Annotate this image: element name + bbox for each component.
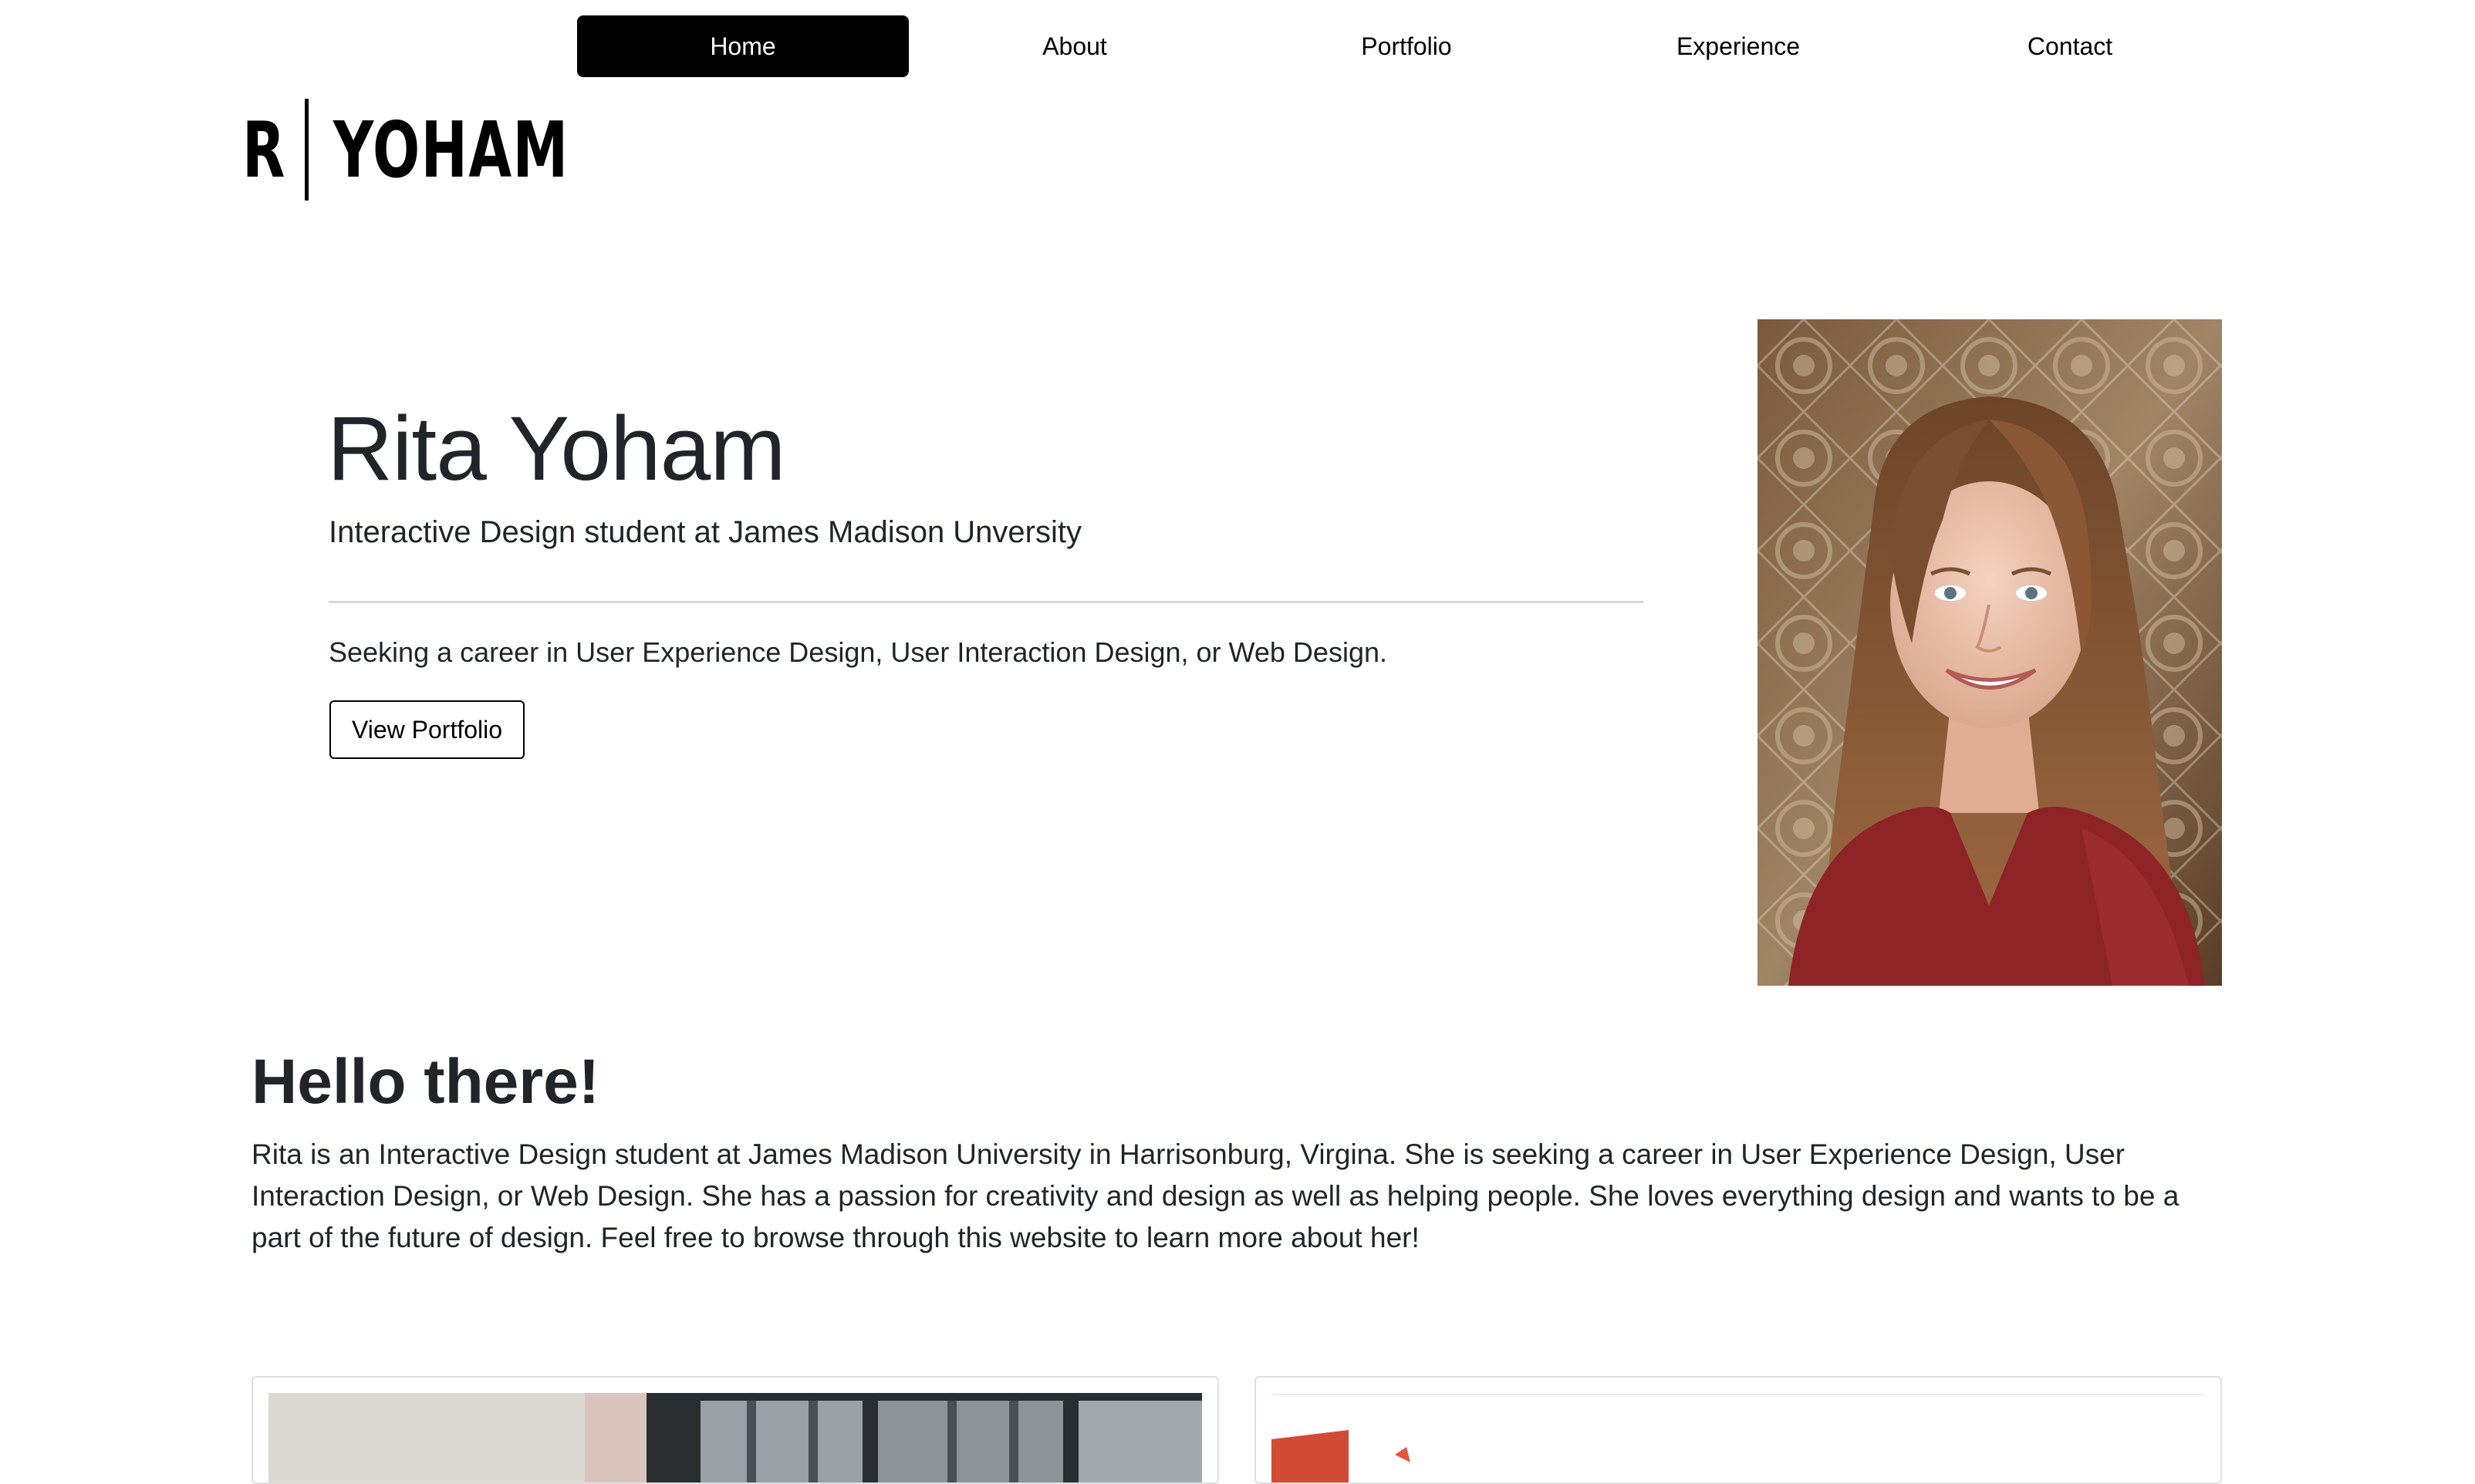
portfolio-card[interactable] [1254,1376,2222,1484]
hero-tagline: Seeking a career in User Experience Desi… [329,636,1387,668]
nav-item-contact[interactable]: Contact [1904,15,2236,77]
about-paragraph: Rita is an Interactive Design student at… [252,1138,2180,1253]
logo-divider [305,99,309,201]
card-thumbnail [268,1393,1202,1482]
logo-initial: R [242,104,286,195]
nav-item-about[interactable]: About [909,15,1241,77]
nav-item-experience[interactable]: Experience [1572,15,1904,77]
hero-title: Rita Yoham [327,398,786,500]
main-nav: Home About Portfolio Experience Contact [577,15,2236,77]
view-portfolio-button[interactable]: View Portfolio [329,700,525,759]
portfolio-card[interactable] [252,1376,1219,1484]
profile-photo [1757,319,2222,986]
site-logo[interactable]: R YOHAM [242,99,660,201]
nav-item-home[interactable]: Home [577,15,909,77]
about-heading: Hello there! [252,1047,600,1117]
nav-item-portfolio[interactable]: Portfolio [1241,15,1572,77]
card-thumbnail [1271,1393,2205,1482]
hero-divider [329,601,1643,603]
logo-surname: YOHAM [333,104,569,195]
hero-subtitle: Interactive Design student at James Madi… [329,515,1082,549]
